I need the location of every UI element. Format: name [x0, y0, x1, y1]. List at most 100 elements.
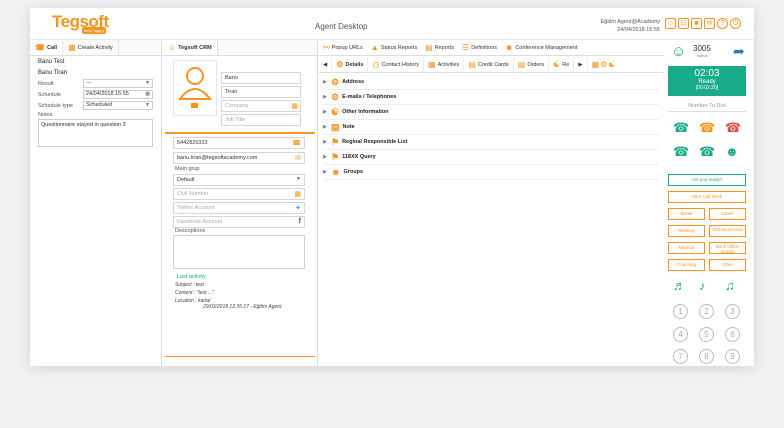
- section-118xx-query[interactable]: ▶ ⚑ 118XX Query: [323, 150, 659, 165]
- speaker-icon[interactable]: ♬: [673, 278, 686, 293]
- break-button[interactable]: Break: [668, 208, 705, 220]
- agents-icon[interactable]: ☷: [678, 18, 689, 29]
- tab-create-activity[interactable]: ▦ Create Activity: [63, 40, 119, 55]
- gears-icon: ⚙: [331, 91, 340, 102]
- coaching-button[interactable]: Coaching: [668, 259, 705, 271]
- keypad-key-4[interactable]: 4: [673, 327, 688, 342]
- hangup-icon[interactable]: ☎: [725, 120, 741, 136]
- share-icon[interactable]: ☯: [608, 60, 615, 69]
- keypad-key-3[interactable]: 3: [725, 304, 740, 319]
- descriptions-textarea[interactable]: [173, 235, 305, 269]
- monitor-icon[interactable]: ■: [691, 18, 702, 29]
- phone-field[interactable]: 5442820323 ☎: [173, 137, 305, 149]
- last-activity-subject: Subject : test: [175, 282, 204, 288]
- facebook-field[interactable]: Facebook Account f: [173, 216, 305, 228]
- gears-icon: ⚙: [331, 76, 340, 87]
- schedule-type-label: Schedule type: [38, 102, 73, 109]
- section-other-information[interactable]: ▶ ☯ Other Information: [323, 105, 659, 120]
- tab-call[interactable]: ☎ Call: [30, 40, 64, 55]
- email-field[interactable]: banu.tiran@tegsoftacademy.com ✉: [173, 152, 305, 164]
- keypad-key-7[interactable]: 7: [673, 349, 688, 364]
- job-title-field[interactable]: Job Title: [221, 114, 301, 126]
- company-field[interactable]: Company ▦: [221, 100, 301, 112]
- call-icon[interactable]: ☎: [292, 139, 301, 147]
- twitter-field[interactable]: Twitter Account ✦: [173, 202, 305, 214]
- section-emails-telephones[interactable]: ▶ ⚙ E-mails / Telephones: [323, 90, 659, 105]
- mic-volume-icon[interactable]: ♫: [725, 278, 735, 293]
- ready-button[interactable]: Are you ready?: [668, 174, 746, 186]
- result-select[interactable]: --- ▼: [83, 79, 153, 88]
- microphone-icon[interactable]: ♪: [699, 278, 706, 293]
- transfer-call-icon[interactable]: ☎: [699, 144, 715, 160]
- chart-icon: ▲: [370, 43, 379, 52]
- tab-popup-urls[interactable]: ⚯ Popup URLs: [319, 40, 367, 55]
- transfer-icon[interactable]: ➦: [733, 43, 745, 60]
- mail-icon[interactable]: ✉: [295, 154, 301, 162]
- tab-credit-cards[interactable]: ▤ Credit Cards: [464, 57, 514, 72]
- save-icon[interactable]: ▦: [592, 60, 600, 69]
- power-icon[interactable]: ⏻: [730, 18, 741, 29]
- mail-icon[interactable]: ✉: [704, 18, 715, 29]
- report-icon: ▤: [425, 43, 433, 52]
- call-icon[interactable]: ☎: [673, 120, 689, 136]
- keypad-key-6[interactable]: 6: [725, 327, 740, 342]
- keypad-key-8[interactable]: 8: [699, 349, 714, 364]
- tab-definitions[interactable]: ☰ Definitions: [458, 40, 501, 55]
- first-name-field[interactable]: Banu: [221, 72, 301, 84]
- back-office-button[interactable]: Back Office Activity: [709, 242, 746, 254]
- after-call-work-button[interactable]: After Call Work: [668, 191, 746, 203]
- chevron-right-icon[interactable]: ▶: [574, 57, 588, 72]
- avatar[interactable]: [173, 60, 217, 116]
- group-icon: ☻: [504, 43, 514, 52]
- dial-input[interactable]: Number To Dial: [668, 100, 746, 112]
- hold-icon[interactable]: ☎: [699, 120, 715, 136]
- tab-details[interactable]: ⚙ Details: [332, 57, 369, 72]
- tab-conference-management[interactable]: ☻ Conference Management: [501, 40, 582, 55]
- main-group-select[interactable]: Default ▼: [173, 174, 305, 186]
- phone-icon: ☎: [35, 43, 45, 52]
- keypad-key-2[interactable]: 2: [699, 304, 714, 319]
- tab-re[interactable]: ☯ Re: [549, 57, 575, 72]
- clock-icon: ◷: [372, 60, 380, 69]
- section-note[interactable]: ▶ ▤ Note: [323, 120, 659, 135]
- civil-number-placeholder: Civil Number: [177, 191, 209, 197]
- section-reginal-responsible-list[interactable]: ▶ ⚑ Reginal Responsible List: [323, 135, 659, 150]
- calendar-icon[interactable]: ▦: [145, 91, 150, 98]
- meeting-button[interactable]: Meeting: [668, 225, 705, 237]
- group-call-icon[interactable]: ☻: [725, 144, 739, 159]
- settings-icon[interactable]: ⚙: [600, 60, 607, 69]
- schedule-type-select[interactable]: Scheduled ▼: [83, 101, 153, 110]
- descriptions-label: Descriptions: [175, 228, 206, 234]
- building-icon: ▦: [291, 103, 298, 110]
- tab-orders[interactable]: ▤ Orders: [514, 57, 550, 72]
- tab-tegsoft-crm[interactable]: ☺ Tegsoft CRM: [163, 40, 218, 55]
- technical-issue-button[interactable]: Technical Issue: [709, 225, 746, 237]
- notes-textarea[interactable]: Questionnaire stayed in question 3: [38, 119, 153, 147]
- schedule-type-row: Schedule type Scheduled ▼: [30, 100, 161, 111]
- divider: [165, 132, 315, 134]
- last-activity-title[interactable]: Last activity: [177, 274, 206, 280]
- civil-number-field[interactable]: Civil Number ▦: [173, 188, 305, 200]
- section-address[interactable]: ▶ ⚙ Address: [323, 75, 659, 90]
- chevron-left-icon[interactable]: ◀: [319, 57, 333, 72]
- extension-sub: status: [697, 53, 708, 58]
- tab-status-reports[interactable]: ▲ Status Reports: [367, 40, 421, 55]
- medical-button[interactable]: Medical: [668, 242, 705, 254]
- user-icon[interactable]: ☺: [665, 18, 676, 29]
- lunch-button[interactable]: Lunch: [709, 208, 746, 220]
- keypad-key-1[interactable]: 1: [673, 304, 688, 319]
- tab-activities[interactable]: ▦ Activities: [424, 57, 465, 72]
- help-icon[interactable]: ?: [717, 18, 728, 29]
- section-groups[interactable]: ▶ ☻ Groups: [323, 165, 659, 180]
- last-name-field[interactable]: Tiran: [221, 86, 301, 98]
- tab-reports[interactable]: ▤ Reports: [421, 40, 458, 55]
- section-address-label: Address: [342, 79, 365, 85]
- schedule-input[interactable]: 24/04/2018 15:55 ▦: [83, 90, 153, 99]
- extension-header: ☺ 3005 status ➦: [665, 40, 754, 64]
- schedule-value: 24/04/2018 15:55: [86, 91, 129, 97]
- keypad-key-5[interactable]: 5: [699, 327, 714, 342]
- other-button[interactable]: Other: [709, 259, 746, 271]
- conference-icon[interactable]: ☎: [673, 144, 689, 160]
- tab-contact-history[interactable]: ◷ Contact History: [368, 57, 425, 72]
- keypad-key-9[interactable]: 9: [725, 349, 740, 364]
